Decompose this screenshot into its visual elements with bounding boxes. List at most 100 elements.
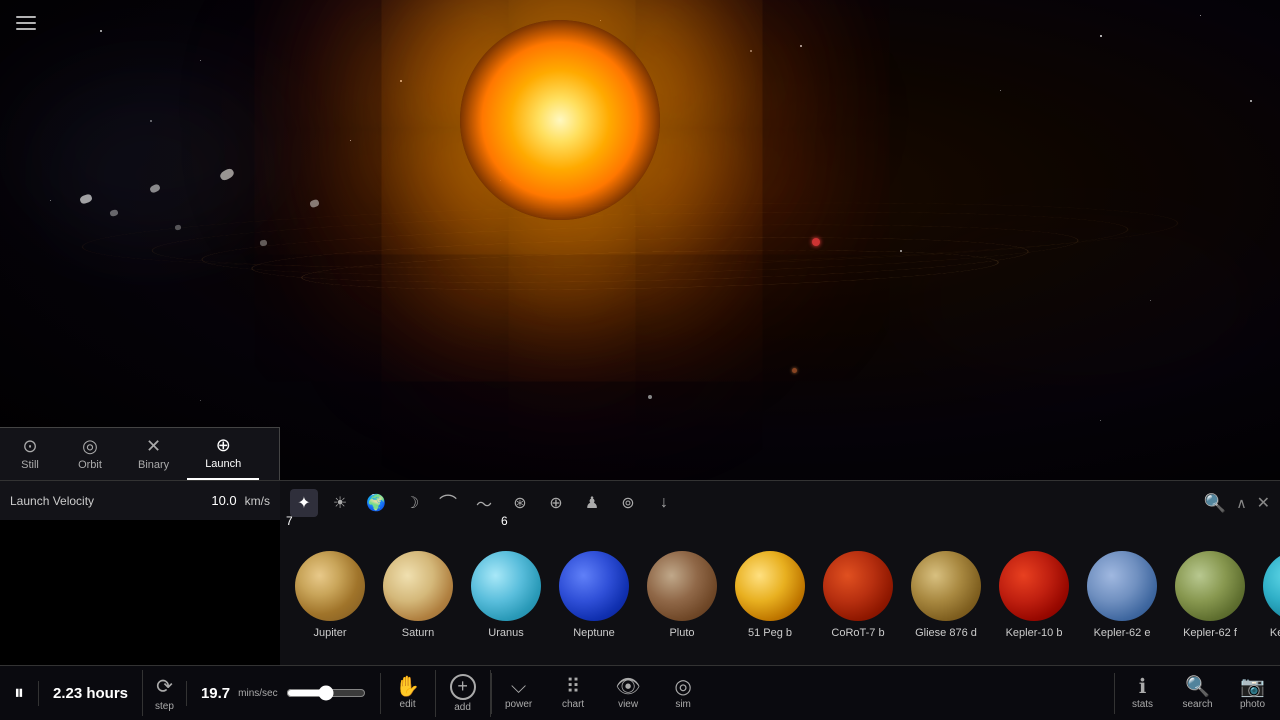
chart-button[interactable]: ⠿ chart [546,673,601,714]
filter-spiral[interactable]: ⊕ [542,489,570,517]
planet-ball-corot7b [823,551,893,621]
add-label: add [454,702,471,713]
filter-down[interactable]: ↓ [650,489,678,517]
view-label: view [618,699,638,710]
planet-ball-pluto [647,551,717,621]
launch-velocity-unit: km/s [245,494,270,508]
orbit-icon: ◎ [82,437,98,455]
planet-item-kepler69c[interactable]: Kepler-69 c [1258,551,1280,639]
time-value: 2.23 hours [53,685,128,702]
filter-toolbar: ✦ ☀ 🌍 ☽ ⌒ 〜 ⊛ ⊕ ♟ ⊚ ↓ 🔍 ∧ ✕ [280,480,1280,525]
planet-item-51pegb[interactable]: 51 Peg b [730,551,810,639]
view-icon: 👁 [615,677,640,697]
planet-ball-neptune [559,551,629,621]
planet-ball-kepler10b [999,551,1069,621]
add-circle-icon: + [450,674,476,700]
photo-button[interactable]: 📷 photo [1225,673,1280,714]
stats-label: stats [1132,699,1153,710]
view-button[interactable]: 👁 view [601,673,656,714]
filter-ocean[interactable]: 〜 [470,489,498,517]
planet-item-neptune[interactable]: Neptune [554,551,634,639]
power-icon: ⌵ [511,677,526,697]
filter-close-button[interactable]: ✕ [1257,493,1270,513]
time-display: 2.23 hours [38,681,142,706]
planet-label-uranus: Uranus [488,627,523,639]
filter-star[interactable]: ☀ [326,489,354,517]
toolbar-right: ℹ stats 🔍 search 📷 photo [1114,673,1280,714]
planet-ball-gliese876d [911,551,981,621]
edit-label: edit [400,699,416,710]
sim-label: sim [675,699,691,710]
planet-item-uranus[interactable]: Uranus [466,551,546,639]
planet-item-kepler62f[interactable]: Kepler-62 f [1170,551,1250,639]
launch-velocity-row: Launch Velocity km/s [0,480,280,520]
stats-icon: ℹ [1139,677,1147,697]
tab-orbit-label: Orbit [78,459,102,471]
speed-unit: mins/sec [238,688,277,699]
filter-crescent[interactable]: ☽ [398,489,426,517]
sim-button[interactable]: ◎ sim [656,673,711,714]
photo-icon: 📷 [1240,677,1265,697]
photo-label: photo [1240,699,1265,710]
step-label: step [155,701,174,712]
planet-item-jupiter[interactable]: Jupiter [290,551,370,639]
add-button[interactable]: + add [435,670,491,717]
chart-label: chart [562,699,584,710]
search-label: search [1182,699,1212,710]
launch-velocity-input[interactable] [182,493,237,508]
planet-label-saturn: Saturn [402,627,434,639]
hamburger-menu[interactable] [10,10,42,36]
still-icon: ⊙ [22,437,37,455]
tab-binary-label: Binary [138,459,169,471]
planet-item-kepler10b[interactable]: Kepler-10 b [994,551,1074,639]
sim-icon: ◎ [674,677,691,697]
planet-ball-jupiter [295,551,365,621]
stats-button[interactable]: ℹ stats [1115,673,1170,714]
search-button[interactable]: 🔍 search [1170,673,1225,714]
badge-7: 7 [280,512,299,530]
planet-item-kepler62e[interactable]: Kepler-62 e [1082,551,1162,639]
planet-item-gliese876d[interactable]: Gliese 876 d [906,551,986,639]
filter-search-icon[interactable]: 🔍 [1204,493,1226,514]
planet-ball-kepler62f [1175,551,1245,621]
planet-strip: Jupiter Saturn Uranus Neptune Pluto51 Peg bC… [280,525,1280,665]
tab-launch-label: Launch [205,458,241,470]
planet-label-kepler62e: Kepler-62 e [1094,627,1151,639]
badge-6: 6 [495,512,514,530]
planet-ball-kepler69c [1263,551,1280,621]
planet-ball-kepler62e [1087,551,1157,621]
tab-launch[interactable]: ⊕ Launch [187,428,259,480]
planet-item-saturn[interactable]: Saturn [378,551,458,639]
launch-velocity-label: Launch Velocity [10,494,94,508]
launch-icon: ⊕ [216,436,231,454]
power-button[interactable]: ⌵ power [491,673,546,714]
search-icon: 🔍 [1185,677,1210,697]
planet-item-corot7b[interactable]: CoRoT-7 b [818,551,898,639]
planet-ball-saturn [383,551,453,621]
filter-people[interactable]: ♟ [578,489,606,517]
space-background [0,0,1280,480]
filter-collapse-button[interactable]: ∧ [1236,495,1246,512]
planet-item-pluto[interactable]: Pluto [642,551,722,639]
planet-ball-51pegb [735,551,805,621]
power-label: power [505,699,532,710]
edit-icon: ✋ [395,677,420,697]
filter-ring[interactable]: ⊚ [614,489,642,517]
pause-button[interactable]: ⏸ [0,678,38,709]
edit-button[interactable]: ✋ edit [380,673,435,714]
planet-label-kepler69c: Kepler-69 c [1270,627,1280,639]
chart-icon: ⠿ [566,677,581,697]
speed-slider[interactable] [286,685,366,701]
tab-binary[interactable]: ✕ Binary [120,428,187,480]
tab-orbit[interactable]: ◎ Orbit [60,428,120,480]
mode-tabs: ⊙ Still ◎ Orbit ✕ Binary ⊕ Launch [0,427,280,480]
planet-label-neptune: Neptune [573,627,615,639]
tab-still[interactable]: ⊙ Still [0,428,60,480]
planet-label-kepler10b: Kepler-10 b [1006,627,1063,639]
step-button[interactable]: ⟳ step [142,670,186,716]
binary-icon: ✕ [146,437,161,455]
filter-rocky[interactable]: ⌒ [434,489,462,517]
tab-still-label: Still [21,459,39,471]
planet-label-kepler62f: Kepler-62 f [1183,627,1237,639]
filter-gas-giant[interactable]: 🌍 [362,489,390,517]
